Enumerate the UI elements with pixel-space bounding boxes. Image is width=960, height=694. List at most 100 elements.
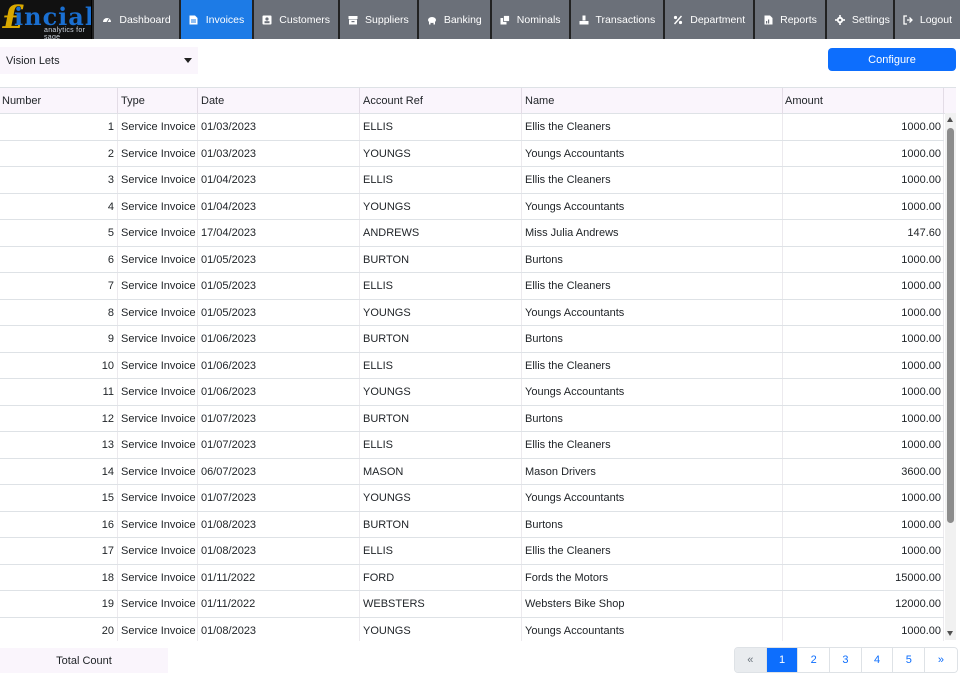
name-cell: Ellis the Cleaners [522,273,783,299]
table-scrollbar[interactable] [945,113,956,640]
previous-page-button[interactable]: « [735,648,767,672]
name-cell: Miss Julia Andrews [522,220,783,246]
scroll-up-icon[interactable] [947,117,953,122]
number-cell: 10 [0,352,118,378]
table-row[interactable]: 15 Service Invoice 01/07/2023 YOUNGS Youngs … [0,485,944,512]
table-row[interactable]: 12 Service Invoice 01/07/2023 BURTON Burtons… [0,405,944,432]
type-cell: Service Invoice [118,326,198,352]
type-cell: Service Invoice [118,193,198,219]
column-header-type[interactable]: Type [118,88,198,114]
nav-item-transactions[interactable]: Transactions [570,0,664,39]
nav-item-suppliers[interactable]: Suppliers [340,0,417,39]
page-5-button[interactable]: 5 [893,648,926,672]
table-row[interactable]: 9 Service Invoice 01/06/2023 BURTON Burtons 1… [0,326,944,353]
date-cell: 01/05/2023 [198,273,360,299]
amount-cell: 15000.00 [783,564,944,590]
brand-logo[interactable]: £ incial analytics for sage [0,0,93,39]
column-header-date[interactable]: Date [198,88,360,114]
table-row[interactable]: 3 Service Invoice 01/04/2023 ELLIS Ellis the… [0,167,944,194]
header-gutter [944,88,956,114]
column-header-number[interactable]: Number [0,88,118,114]
name-cell: Youngs Accountants [522,193,783,219]
name-cell: Fords the Motors [522,564,783,590]
account-ref-cell: ELLIS [360,538,522,564]
page-4-button[interactable]: 4 [861,648,894,672]
nominals-icon [500,14,510,25]
next-page-button[interactable]: » [925,648,957,672]
table-row[interactable]: 11 Service Invoice 01/06/2023 YOUNGS Youngs … [0,379,944,406]
table-row[interactable]: 4 Service Invoice 01/04/2023 YOUNGS Youngs A… [0,193,944,220]
nav-item-reports[interactable]: Reports [755,0,825,39]
column-header-name[interactable]: Name [522,88,783,114]
suppliers-icon [348,15,358,25]
nav-item-customers[interactable]: Customers [254,0,339,39]
table-row[interactable]: 8 Service Invoice 01/05/2023 YOUNGS Youngs A… [0,299,944,326]
nav-item-dashboard[interactable]: Dashboard [94,0,179,39]
date-cell: 01/11/2022 [198,564,360,590]
amount-cell: 1000.00 [783,299,944,325]
main-nav: Dashboard Invoices Customers Suppliers Banki… [92,0,825,39]
nav-item-label: Settings [851,13,890,26]
configure-button[interactable]: Configure [828,48,956,71]
number-cell: 9 [0,326,118,352]
page-2-button[interactable]: 2 [798,648,831,672]
number-cell: 7 [0,273,118,299]
nav-item-department[interactable]: Department [665,0,754,39]
type-cell: Service Invoice [118,591,198,617]
table-row[interactable]: 1 Service Invoice 01/03/2023 ELLIS Ellis the… [0,114,944,141]
account-ref-cell: ELLIS [360,352,522,378]
nav-item-settings[interactable]: Settings [826,0,893,39]
name-cell: Ellis the Cleaners [522,114,783,140]
bank-icon [427,15,437,25]
table-row[interactable]: 18 Service Invoice 01/11/2022 FORD Fords the… [0,564,944,591]
column-header-account-ref[interactable]: Account Ref [360,88,522,114]
table-row[interactable]: 10 Service Invoice 01/06/2023 ELLIS Ellis th… [0,352,944,379]
nav-item-banking[interactable]: Banking [418,0,490,39]
total-count-label: Total Count [0,648,168,673]
type-cell: Service Invoice [118,220,198,246]
table-row[interactable]: 2 Service Invoice 01/03/2023 YOUNGS Youngs A… [0,140,944,167]
table-row[interactable]: 16 Service Invoice 01/08/2023 BURTON Burtons… [0,511,944,538]
account-ref-cell: YOUNGS [360,140,522,166]
page-1-button[interactable]: 1 [766,648,799,672]
table-row[interactable]: 13 Service Invoice 01/07/2023 ELLIS Ellis th… [0,432,944,459]
table-row[interactable]: 6 Service Invoice 01/05/2023 BURTON Burtons 1… [0,246,944,273]
reports-icon [763,15,773,25]
nav-item-label: Department [690,13,746,26]
amount-cell: 3600.00 [783,458,944,484]
invoices-table: Number Type Date Account Ref Name Amount 1 Ser… [0,87,956,641]
scrollbar-thumb[interactable] [947,128,954,523]
amount-cell: 1000.00 [783,538,944,564]
nav-item-logout[interactable]: Logout [894,0,960,39]
scroll-down-icon[interactable] [947,631,953,636]
transactions-icon [579,15,589,25]
number-cell: 5 [0,220,118,246]
company-select[interactable]: Vision Lets [0,47,198,74]
account-ref-cell: BURTON [360,326,522,352]
table-row[interactable]: 17 Service Invoice 01/08/2023 ELLIS Ellis th… [0,538,944,565]
nav-item-nominals[interactable]: Nominals [491,0,569,39]
number-cell: 19 [0,591,118,617]
table-row[interactable]: 19 Service Invoice 01/11/2022 WEBSTERS Webst… [0,591,944,618]
date-cell: 01/05/2023 [198,299,360,325]
nav-item-invoices[interactable]: Invoices [180,0,253,39]
table-row[interactable]: 7 Service Invoice 01/05/2023 ELLIS Ellis the… [0,273,944,300]
name-cell: Youngs Accountants [522,617,783,641]
name-cell: Ellis the Cleaners [522,167,783,193]
date-cell: 01/07/2023 [198,432,360,458]
page-3-button[interactable]: 3 [830,648,862,672]
date-cell: 01/03/2023 [198,140,360,166]
column-header-amount[interactable]: Amount [783,88,944,114]
table-row[interactable]: 14 Service Invoice 06/07/2023 MASON Mason Dr… [0,458,944,485]
date-cell: 01/08/2023 [198,617,360,641]
account-ref-cell: YOUNGS [360,299,522,325]
type-cell: Service Invoice [118,299,198,325]
date-cell: 01/06/2023 [198,326,360,352]
table-row[interactable]: 20 Service Invoice 01/08/2023 YOUNGS Youngs … [0,617,944,641]
amount-cell: 1000.00 [783,379,944,405]
amount-cell: 1000.00 [783,193,944,219]
table-row[interactable]: 5 Service Invoice 17/04/2023 ANDREWS Miss Ju… [0,220,944,247]
amount-cell: 1000.00 [783,432,944,458]
name-cell: Ellis the Cleaners [522,538,783,564]
customers-icon [262,15,272,25]
